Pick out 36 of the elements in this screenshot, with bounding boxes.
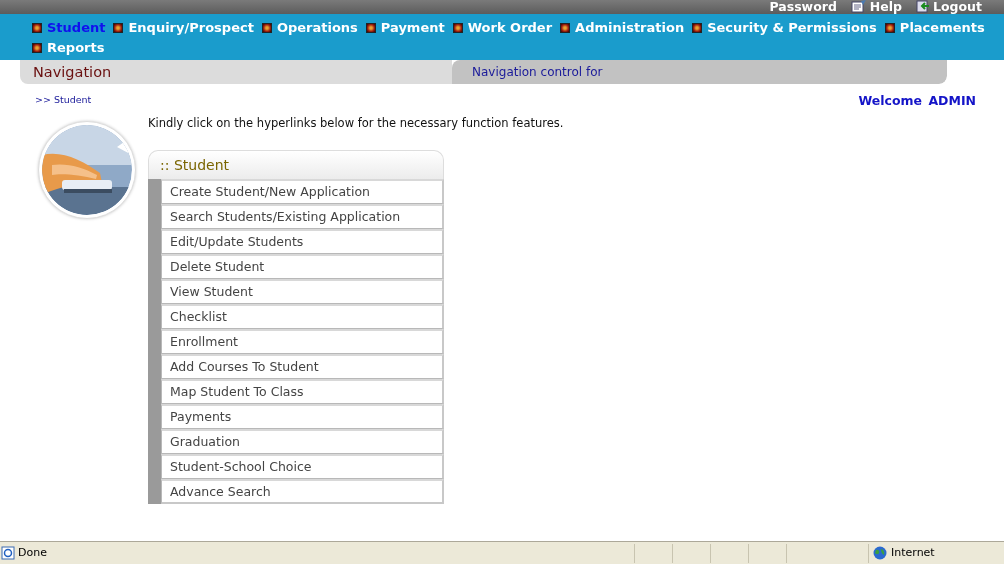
bullet-icon bbox=[261, 23, 272, 33]
bullet-icon bbox=[884, 23, 895, 33]
function-link[interactable]: Map Student To Class bbox=[161, 379, 444, 404]
function-link[interactable]: View Student bbox=[161, 279, 444, 304]
function-link[interactable]: Search Students/Existing Application bbox=[161, 204, 444, 229]
bullet-icon bbox=[692, 23, 703, 33]
password-link[interactable]: Password bbox=[769, 0, 837, 13]
exit-icon bbox=[916, 0, 931, 13]
navigation-title: Navigation bbox=[20, 60, 452, 84]
globe-icon bbox=[873, 546, 887, 560]
instruction-text: Kindly click on the hyperlinks below for the necessary function features. bbox=[148, 116, 564, 130]
bullet-icon bbox=[32, 23, 42, 33]
function-link[interactable]: Create Student/New Application bbox=[161, 179, 444, 204]
bullet-icon bbox=[452, 23, 463, 33]
function-link[interactable]: Add Courses To Student bbox=[161, 354, 444, 379]
zone-text: Internet bbox=[891, 544, 935, 561]
function-link[interactable]: Edit/Update Students bbox=[161, 229, 444, 254]
function-link[interactable]: Graduation bbox=[161, 429, 444, 454]
status-text: Done bbox=[18, 544, 47, 561]
help-link[interactable]: Help bbox=[850, 0, 903, 13]
navigation-description: Navigation control for bbox=[452, 60, 947, 84]
bullet-icon bbox=[365, 23, 376, 33]
bullet-icon bbox=[32, 43, 42, 53]
function-link[interactable]: Advance Search bbox=[161, 479, 444, 504]
function-link[interactable]: Delete Student bbox=[161, 254, 444, 279]
welcome-text: Welcome ADMIN bbox=[858, 92, 976, 110]
breadcrumb[interactable]: >> Student bbox=[35, 92, 92, 116]
logout-link[interactable]: Logout bbox=[916, 0, 982, 13]
function-link[interactable]: Student-School Choice bbox=[161, 454, 444, 479]
function-link[interactable]: Enrollment bbox=[161, 329, 444, 354]
function-link[interactable]: Payments bbox=[161, 404, 444, 429]
bullet-icon bbox=[560, 23, 571, 33]
notepad-icon bbox=[850, 0, 867, 13]
bullet-icon bbox=[113, 23, 124, 33]
panel-title: :: Student bbox=[148, 150, 444, 179]
function-link[interactable]: Checklist bbox=[161, 304, 444, 329]
